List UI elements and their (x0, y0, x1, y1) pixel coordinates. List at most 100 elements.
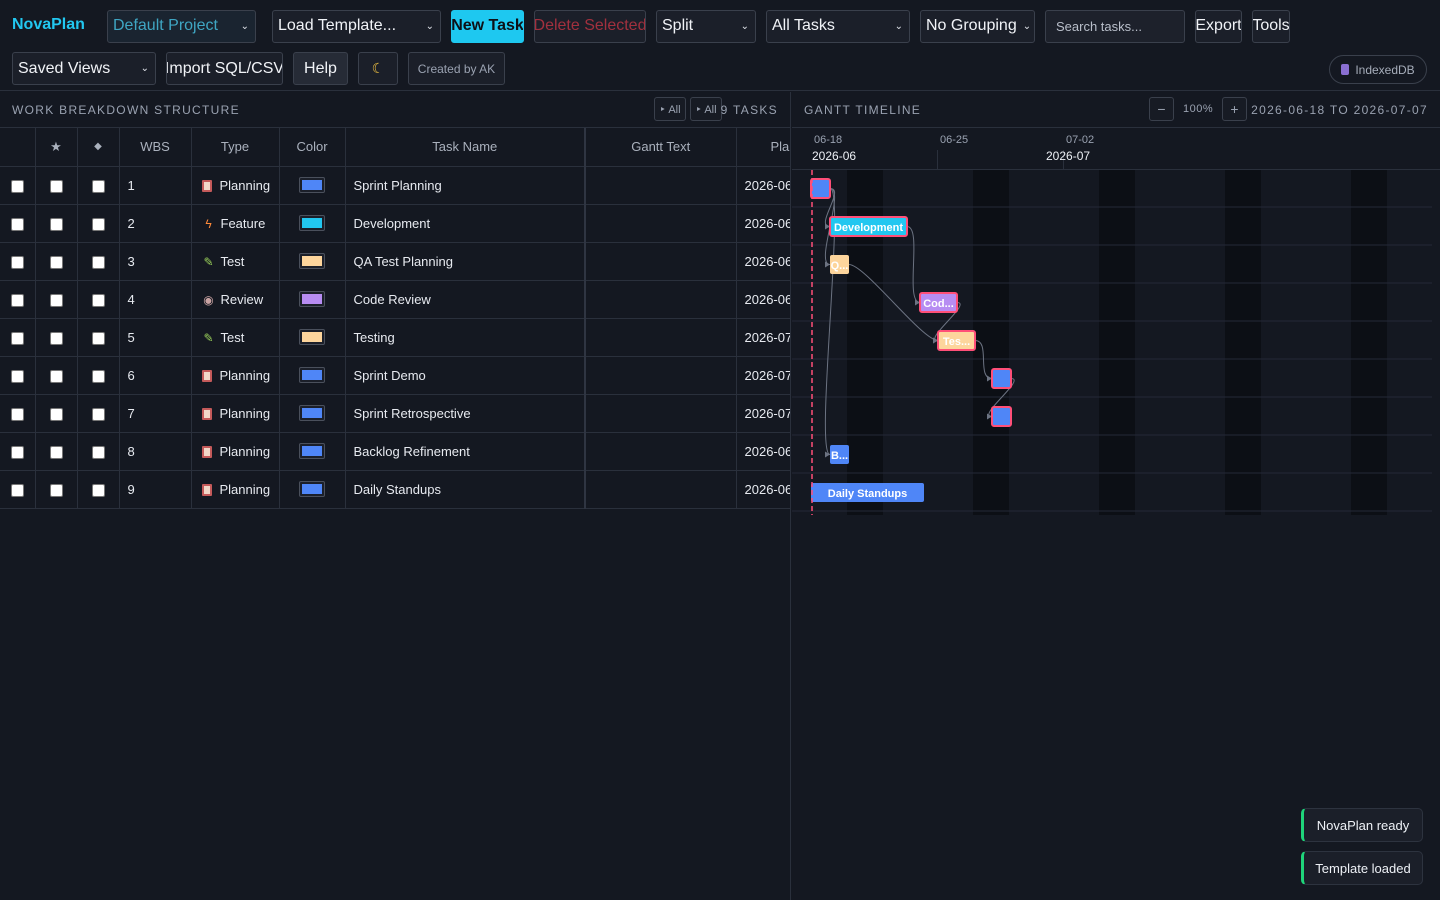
row-star-checkbox[interactable] (35, 470, 78, 509)
row-milestone-checkbox[interactable] (77, 242, 120, 281)
plan-cell[interactable]: 2026-07 (736, 356, 790, 395)
view-mode-select[interactable]: Split ⌄ (656, 9, 756, 43)
gantt-text-cell[interactable] (585, 280, 737, 319)
row-milestone-checkbox[interactable] (77, 470, 120, 509)
table-row[interactable]: 2 ϟ Feature Development 2026-06 (0, 204, 790, 243)
task-name-cell[interactable]: Sprint Planning (345, 166, 586, 205)
color-swatch[interactable] (299, 329, 325, 346)
task-name-column-header[interactable]: Task Name (345, 128, 586, 167)
row-select-checkbox[interactable] (0, 280, 36, 319)
gantt-bar-label[interactable]: Q... (831, 260, 849, 272)
color-cell[interactable] (279, 470, 346, 509)
table-row[interactable]: 4 ◉ Review Code Review 2026-06 (0, 280, 790, 319)
task-name-cell[interactable]: Sprint Demo (345, 356, 586, 395)
color-swatch[interactable] (299, 253, 325, 270)
theme-toggle-button[interactable]: ☾ (358, 52, 398, 85)
star-column-header[interactable]: ★ (35, 128, 78, 167)
type-cell[interactable]: Planning (191, 432, 280, 471)
zoom-in-button[interactable]: + (1222, 97, 1247, 121)
expand-all-button[interactable]: ‣ All (654, 97, 686, 121)
row-star-checkbox[interactable] (35, 356, 78, 395)
row-select-checkbox[interactable] (0, 356, 36, 395)
row-star-checkbox[interactable] (35, 204, 78, 243)
row-star-checkbox[interactable] (35, 242, 78, 281)
row-milestone-checkbox[interactable] (77, 318, 120, 357)
delete-selected-button[interactable]: Delete Selected (534, 9, 646, 43)
type-cell[interactable]: ✎ Test (191, 318, 280, 357)
color-swatch[interactable] (299, 367, 325, 384)
gantt-text-cell[interactable] (585, 204, 737, 243)
table-row[interactable]: 3 ✎ Test QA Test Planning 2026-06 (0, 242, 790, 281)
type-cell[interactable]: Planning (191, 166, 280, 205)
row-select-checkbox[interactable] (0, 242, 36, 281)
new-task-button[interactable]: New Task (451, 9, 524, 43)
type-cell[interactable]: ✎ Test (191, 242, 280, 281)
type-cell[interactable]: ϟ Feature (191, 204, 280, 243)
table-row[interactable]: 8 Planning Backlog Refinement 2026-06 (0, 432, 790, 471)
row-milestone-checkbox[interactable] (77, 204, 120, 243)
row-milestone-checkbox[interactable] (77, 280, 120, 319)
row-star-checkbox[interactable] (35, 394, 78, 433)
row-star-checkbox[interactable] (35, 166, 78, 205)
row-select-checkbox[interactable] (0, 394, 36, 433)
color-cell[interactable] (279, 356, 346, 395)
color-swatch[interactable] (299, 481, 325, 498)
row-select-checkbox[interactable] (0, 318, 36, 357)
task-name-cell[interactable]: Backlog Refinement (345, 432, 586, 471)
color-cell[interactable] (279, 394, 346, 433)
gantt-text-cell[interactable] (585, 318, 737, 357)
task-name-cell[interactable]: Code Review (345, 280, 586, 319)
type-cell[interactable]: Planning (191, 394, 280, 433)
row-milestone-checkbox[interactable] (77, 166, 120, 205)
import-button[interactable]: Import SQL/CSV (166, 52, 283, 85)
table-row[interactable]: 7 Planning Sprint Retrospective 2026-07 (0, 394, 790, 433)
saved-views-select[interactable]: Saved Views ⌄ (12, 52, 156, 85)
color-cell[interactable] (279, 166, 346, 205)
table-row[interactable]: 9 Planning Daily Standups 2026-06 (0, 470, 790, 509)
table-row[interactable]: 5 ✎ Test Testing 2026-07 (0, 318, 790, 357)
help-button[interactable]: Help (293, 52, 348, 85)
task-name-cell[interactable]: Daily Standups (345, 470, 586, 509)
plan-cell[interactable]: 2026-07 (736, 394, 790, 433)
color-cell[interactable] (279, 242, 346, 281)
type-cell[interactable]: Planning (191, 470, 280, 509)
table-row[interactable]: 6 Planning Sprint Demo 2026-07 (0, 356, 790, 395)
task-filter-select[interactable]: All Tasks ⌄ (766, 9, 910, 43)
row-star-checkbox[interactable] (35, 280, 78, 319)
color-swatch[interactable] (299, 443, 325, 460)
row-milestone-checkbox[interactable] (77, 432, 120, 471)
gantt-bar-label[interactable]: Development (834, 222, 903, 234)
type-column-header[interactable]: Type (191, 128, 280, 167)
row-milestone-checkbox[interactable] (77, 394, 120, 433)
table-row[interactable]: 1 Planning Sprint Planning 2026-06 (0, 166, 790, 205)
plan-cell[interactable]: 2026-06 (736, 280, 790, 319)
color-swatch[interactable] (299, 405, 325, 422)
project-select[interactable]: Default Project ⌄ (107, 9, 256, 43)
plan-cell[interactable]: 2026-07 (736, 318, 790, 357)
tools-button[interactable]: Tools (1252, 9, 1290, 43)
color-cell[interactable] (279, 204, 346, 243)
gantt-text-cell[interactable] (585, 394, 737, 433)
row-select-checkbox[interactable] (0, 432, 36, 471)
color-column-header[interactable]: Color (279, 128, 346, 167)
task-name-cell[interactable]: Sprint Retrospective (345, 394, 586, 433)
export-button[interactable]: Export (1195, 9, 1242, 43)
grouping-select[interactable]: No Grouping ⌄ (920, 9, 1035, 43)
plan-cell[interactable]: 2026-06 (736, 204, 790, 243)
gantt-bar[interactable] (991, 368, 1012, 389)
gantt-bar-label[interactable]: Daily Standups (828, 488, 907, 500)
gantt-bar[interactable] (810, 178, 831, 199)
gantt-bar-label[interactable]: Tes... (943, 336, 970, 348)
plan-cell[interactable]: 2026-06 (736, 166, 790, 205)
gantt-bar[interactable] (991, 406, 1012, 427)
color-cell[interactable] (279, 318, 346, 357)
task-name-cell[interactable]: QA Test Planning (345, 242, 586, 281)
gantt-text-cell[interactable] (585, 356, 737, 395)
row-select-checkbox[interactable] (0, 166, 36, 205)
collapse-all-button[interactable]: ‣ All (690, 97, 722, 121)
type-cell[interactable]: Planning (191, 356, 280, 395)
color-swatch[interactable] (299, 291, 325, 308)
type-cell[interactable]: ◉ Review (191, 280, 280, 319)
row-milestone-checkbox[interactable] (77, 356, 120, 395)
gantt-text-column-header[interactable]: Gantt Text (585, 128, 737, 167)
